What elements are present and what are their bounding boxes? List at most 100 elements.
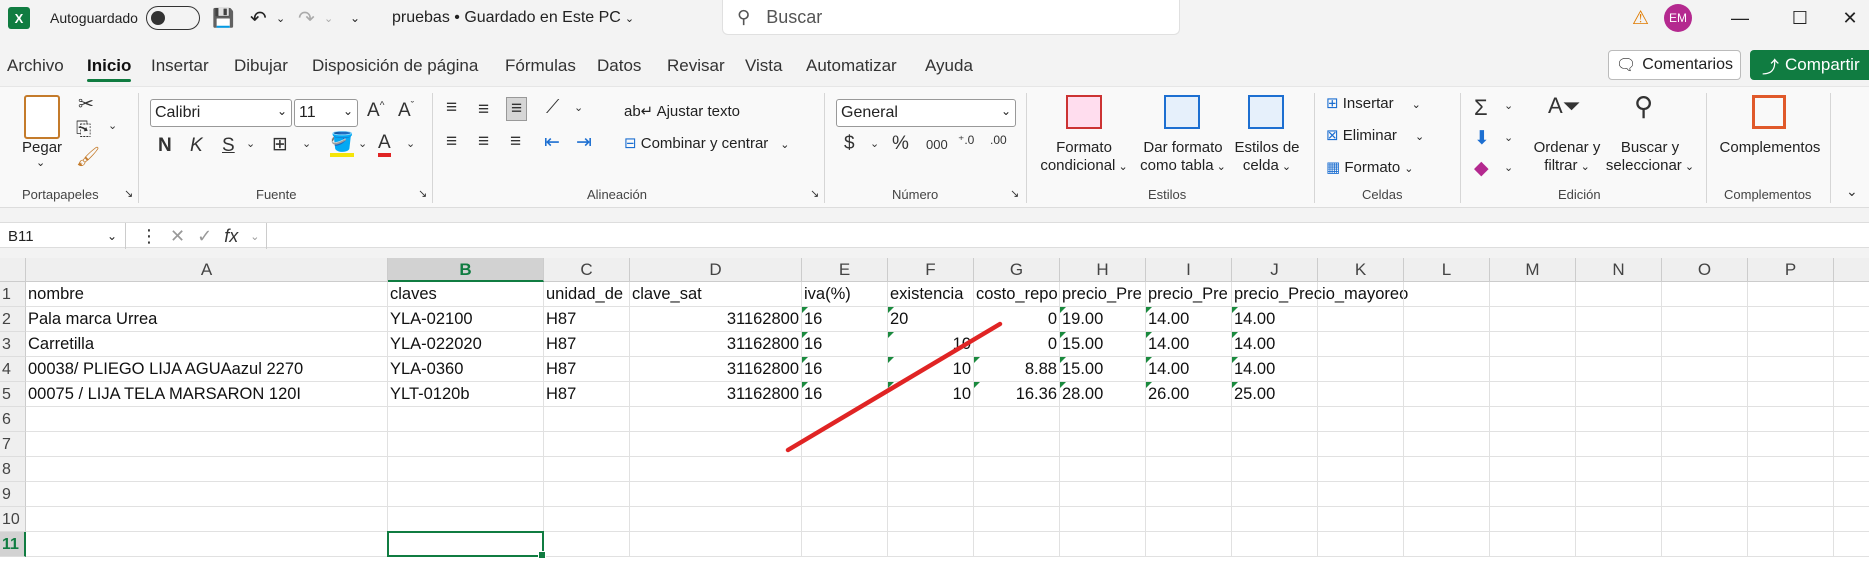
cell[interactable]: iva(%)	[802, 282, 888, 307]
row-header[interactable]: 4	[0, 357, 26, 382]
borders-icon[interactable]: ⊞	[272, 133, 288, 156]
cell[interactable]	[1232, 457, 1318, 482]
format-cells-button[interactable]: ▦ Formato ⌄	[1326, 159, 1413, 177]
cell[interactable]	[1490, 307, 1576, 332]
column-header[interactable]: K	[1318, 258, 1404, 282]
cell[interactable]	[1318, 457, 1404, 482]
cell[interactable]	[802, 482, 888, 507]
cell[interactable]: 00038/ PLIEGO LIJA AGUAazul 2270	[26, 357, 388, 382]
cell[interactable]	[1748, 307, 1834, 332]
underline-button[interactable]: S	[222, 135, 235, 157]
cell[interactable]: clave_sat	[630, 282, 802, 307]
cell[interactable]: YLT-0120b	[388, 382, 544, 407]
cell[interactable]	[544, 532, 630, 557]
column-header[interactable]: E	[802, 258, 888, 282]
cell[interactable]	[544, 407, 630, 432]
cell[interactable]	[802, 407, 888, 432]
cell[interactable]	[974, 507, 1060, 532]
column-header[interactable]: O	[1662, 258, 1748, 282]
cell[interactable]: 16	[802, 382, 888, 407]
cell[interactable]	[1834, 332, 1869, 357]
row-header[interactable]: 6	[0, 407, 26, 432]
autosave-toggle[interactable]	[146, 6, 200, 30]
undo-icon[interactable]: ↶	[250, 0, 267, 36]
cell[interactable]	[1834, 482, 1869, 507]
cell[interactable]	[1576, 407, 1662, 432]
redo-dropdown-icon[interactable]: ⌄	[324, 0, 333, 36]
fill-icon[interactable]: ⬇	[1474, 127, 1490, 150]
cell[interactable]: 20	[888, 307, 974, 332]
column-header[interactable]: F	[888, 258, 974, 282]
cell[interactable]: 19.00	[1060, 307, 1146, 332]
cancel-icon[interactable]: ✕	[170, 226, 185, 247]
cell[interactable]: 31162800	[630, 307, 802, 332]
name-box[interactable]: B11 ⌄	[0, 223, 126, 249]
cell[interactable]	[544, 432, 630, 457]
cell[interactable]	[888, 407, 974, 432]
cell[interactable]	[1490, 382, 1576, 407]
cell[interactable]	[544, 482, 630, 507]
cell[interactable]: Pala marca Urrea	[26, 307, 388, 332]
font-color-icon[interactable]: A	[378, 133, 391, 157]
cell[interactable]: 0	[974, 332, 1060, 357]
cell[interactable]	[1662, 282, 1748, 307]
column-header[interactable]: G	[974, 258, 1060, 282]
cell[interactable]: 14.00	[1232, 332, 1318, 357]
worksheet-grid[interactable]: ABCDEFGHIJKLMNOPC1nombreclavesunidad_dec…	[0, 258, 1869, 567]
cell[interactable]	[1318, 282, 1404, 307]
row-header[interactable]: 9	[0, 482, 26, 507]
cell[interactable]	[888, 457, 974, 482]
cell[interactable]	[1576, 357, 1662, 382]
cell[interactable]	[1232, 482, 1318, 507]
font-size-select[interactable]: 11 ⌄	[294, 99, 358, 127]
align-right-icon[interactable]: ≡	[510, 131, 521, 153]
cell[interactable]: 0	[974, 307, 1060, 332]
formula-input[interactable]	[266, 223, 1869, 249]
cell[interactable]	[1490, 507, 1576, 532]
cell[interactable]	[1576, 482, 1662, 507]
cell[interactable]: 16.36	[974, 382, 1060, 407]
column-header[interactable]: B	[388, 258, 544, 282]
cell[interactable]	[1576, 532, 1662, 557]
cell[interactable]	[1060, 432, 1146, 457]
borders-dropdown-icon[interactable]: ⌄	[302, 137, 311, 150]
cell[interactable]	[1576, 332, 1662, 357]
cell[interactable]	[974, 432, 1060, 457]
cell[interactable]	[802, 507, 888, 532]
tab-insertar[interactable]: Insertar	[151, 56, 209, 76]
cell[interactable]	[1232, 532, 1318, 557]
cut-icon[interactable]: ✂	[78, 93, 94, 116]
cell[interactable]: 14.00	[1146, 357, 1232, 382]
cell[interactable]	[1834, 532, 1869, 557]
cell[interactable]	[1662, 332, 1748, 357]
font-color-dropdown-icon[interactable]: ⌄	[406, 137, 415, 150]
cell[interactable]: 15.00	[1060, 357, 1146, 382]
cell-styles-button[interactable]: Estilos de celda ⌄	[1232, 139, 1302, 175]
find-select-icon[interactable]: ⚲	[1634, 91, 1653, 122]
cell[interactable]: 10	[888, 357, 974, 382]
cell[interactable]	[1490, 282, 1576, 307]
autosum-icon[interactable]: Σ	[1474, 95, 1488, 121]
cell[interactable]	[1146, 457, 1232, 482]
search-box[interactable]: ⚲ Buscar	[722, 0, 1180, 35]
currency-dropdown-icon[interactable]: ⌄	[870, 137, 879, 150]
cell[interactable]	[1318, 482, 1404, 507]
autosum-dropdown-icon[interactable]: ⌄	[1504, 99, 1513, 112]
cell[interactable]	[1748, 532, 1834, 557]
find-select-button[interactable]: Buscar y seleccionar ⌄	[1604, 139, 1696, 175]
sort-filter-button[interactable]: Ordenar y filtrar ⌄	[1528, 139, 1606, 175]
cell[interactable]	[1146, 432, 1232, 457]
cell[interactable]	[1146, 407, 1232, 432]
cell[interactable]: claves	[388, 282, 544, 307]
conditional-format-button[interactable]: Formato condicional ⌄	[1038, 139, 1130, 175]
orientation-dropdown-icon[interactable]: ⌄	[574, 101, 583, 114]
maximize-icon[interactable]: ☐	[1776, 0, 1824, 36]
cell[interactable]: 14.00	[1146, 307, 1232, 332]
cell[interactable]: 25.00	[1232, 382, 1318, 407]
cell[interactable]	[1662, 307, 1748, 332]
orientation-icon[interactable]: ⟋	[546, 97, 559, 119]
column-header[interactable]: N	[1576, 258, 1662, 282]
cell[interactable]: H87	[544, 307, 630, 332]
cell[interactable]	[1490, 532, 1576, 557]
cell[interactable]	[1318, 407, 1404, 432]
